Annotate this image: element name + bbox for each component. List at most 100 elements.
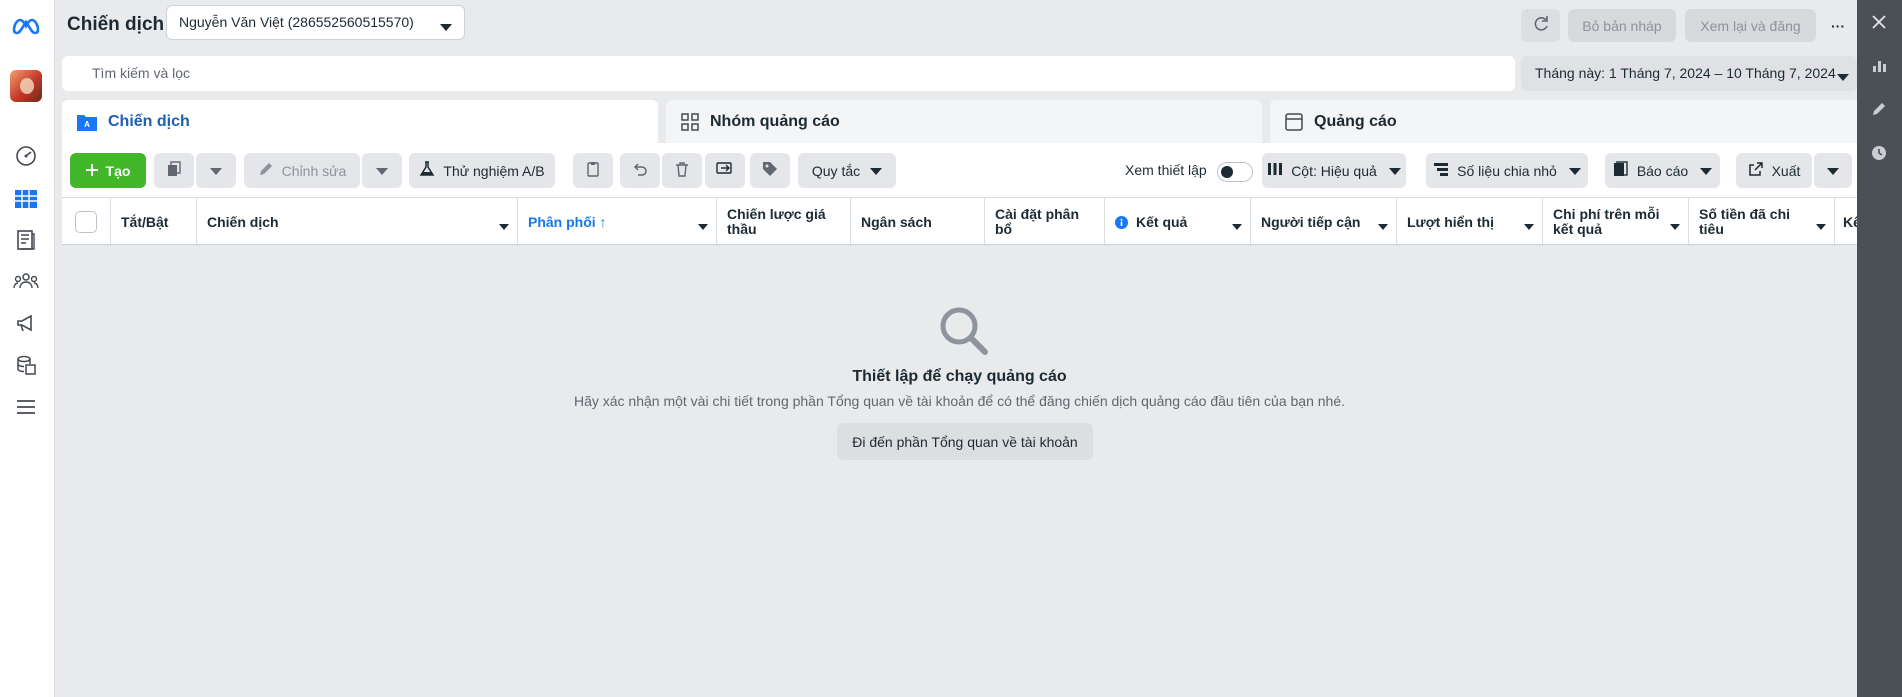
column-header-toggle[interactable]: Tắt/Bật: [111, 198, 197, 246]
column-label: Chi phí trên mỗi kết quả: [1553, 206, 1660, 237]
more-options-button[interactable]: ···: [1823, 9, 1853, 42]
tag-button[interactable]: [750, 153, 790, 188]
meta-logo-icon[interactable]: [11, 12, 41, 40]
ads-megaphone-icon[interactable]: [12, 309, 40, 337]
chevron-down-icon: [1232, 219, 1242, 234]
duplicate-icon: [166, 161, 182, 180]
refresh-icon: [1532, 15, 1550, 36]
pencil-icon[interactable]: [1867, 97, 1891, 121]
export-button[interactable]: Xuất: [1736, 153, 1812, 188]
columns-icon: [1267, 162, 1283, 179]
discard-drafts-button[interactable]: Bỏ bản nháp: [1568, 9, 1676, 42]
campaigns-table-icon[interactable]: [12, 185, 40, 213]
billing-stack-icon[interactable]: [12, 351, 40, 379]
select-all-checkbox[interactable]: [75, 211, 97, 233]
close-icon[interactable]: [1867, 10, 1891, 34]
edit-dropdown-button[interactable]: [362, 153, 402, 188]
empty-state-title: Thiết lập để chạy quảng cáo: [852, 368, 1067, 385]
chevron-down-icon: [1827, 163, 1839, 179]
create-label: Tạo: [105, 162, 131, 179]
export-dropdown-button[interactable]: [1814, 153, 1852, 188]
go-to-account-overview-button[interactable]: Đi đến phần Tổng quan về tài khoản: [837, 423, 1093, 460]
pencil-icon: [258, 161, 274, 180]
column-label: Phân phối ↑: [528, 213, 607, 230]
edit-label: Chỉnh sửa: [281, 162, 347, 179]
rules-label: Quy tắc: [811, 162, 861, 179]
column-label: Kết quả: [1136, 213, 1188, 230]
transfer-icon: [716, 161, 734, 180]
pages-catalog-icon[interactable]: [12, 226, 40, 254]
tab-ad-sets[interactable]: Nhóm quảng cáo: [666, 100, 1262, 144]
date-range-picker[interactable]: Tháng này: 1 Tháng 7, 2024 – 10 Tháng 7,…: [1521, 56, 1857, 91]
column-header-delivery[interactable]: Phân phối ↑: [518, 198, 717, 246]
page-title: Chiến dịch: [67, 14, 165, 35]
column-header-amount-spent[interactable]: Số tiền đã chi tiêu: [1689, 198, 1835, 246]
chevron-down-icon: [499, 219, 509, 234]
columns-button[interactable]: Cột: Hiệu quả: [1262, 153, 1406, 188]
columns-label: Cột: Hiệu quả: [1291, 162, 1377, 179]
refresh-button[interactable]: [1521, 9, 1560, 42]
tab-ads-label: Quảng cáo: [1314, 113, 1397, 130]
right-side-rail: [1857, 0, 1902, 697]
table-header: Tắt/Bật Chiến dịch Phân phối ↑ Chiến lượ…: [62, 197, 1857, 246]
more-icon: ···: [1831, 17, 1845, 34]
trash-icon: [674, 161, 690, 180]
all-tools-menu-icon[interactable]: [12, 393, 40, 421]
chevron-down-icon: [1524, 219, 1534, 234]
chevron-down-icon: [1816, 219, 1826, 234]
tab-ad-sets-label: Nhóm quảng cáo: [710, 113, 840, 130]
reports-button[interactable]: Báo cáo: [1605, 153, 1720, 188]
go-to-account-overview-label: Đi đến phần Tổng quan về tài khoản: [852, 433, 1078, 450]
duplicate-dropdown-button[interactable]: [196, 153, 236, 188]
move-button[interactable]: [705, 153, 745, 188]
duplicate-button[interactable]: [154, 153, 194, 188]
breakdown-button[interactable]: Số liệu chia nhỏ: [1426, 153, 1588, 188]
column-header-reach[interactable]: Người tiếp cận: [1251, 198, 1397, 246]
delete-button[interactable]: [662, 153, 702, 188]
paste-button[interactable]: [573, 153, 613, 188]
chevron-down-icon: [1568, 163, 1581, 179]
column-header-attribution[interactable]: Cài đặt phân bổ: [985, 198, 1105, 246]
column-header-results[interactable]: Kết quả: [1105, 198, 1251, 246]
create-button[interactable]: Tạo: [70, 153, 146, 188]
chevron-down-icon: [1837, 69, 1849, 85]
date-range-label: Tháng này: 1 Tháng 7, 2024 – 10 Tháng 7,…: [1535, 65, 1836, 81]
edit-button[interactable]: Chỉnh sửa: [244, 153, 360, 188]
chevron-down-icon: [1378, 219, 1388, 234]
search-filter-input[interactable]: Tìm kiếm và lọc: [62, 56, 1515, 91]
chevron-down-icon: [698, 219, 708, 234]
history-clock-icon[interactable]: [1867, 141, 1891, 165]
column-header-truncated[interactable]: Kế: [1835, 198, 1857, 246]
ab-test-button[interactable]: Thử nghiệm A/B: [409, 153, 555, 188]
tab-ads[interactable]: Quảng cáo: [1270, 100, 1860, 144]
column-header-cost-per-result[interactable]: Chi phí trên mỗi kết quả: [1543, 198, 1689, 246]
column-label: Người tiếp cận: [1261, 213, 1361, 230]
undo-button[interactable]: [620, 153, 660, 188]
column-header-bid-strategy[interactable]: Chiến lược giá thầu: [717, 198, 851, 246]
flask-icon: [419, 161, 435, 180]
account-avatar[interactable]: [10, 70, 42, 102]
column-header-budget[interactable]: Ngân sách: [851, 198, 985, 246]
account-selector[interactable]: Nguyễn Văn Việt (286552560515570): [166, 5, 465, 40]
chevron-down-icon: [1700, 163, 1713, 179]
bar-chart-icon[interactable]: [1867, 53, 1891, 77]
column-header-campaign[interactable]: Chiến dịch: [197, 198, 518, 246]
review-publish-label: Xem lại và đăng: [1700, 17, 1801, 34]
grid-icon: [680, 112, 700, 132]
account-selector-label: Nguyễn Văn Việt (286552560515570): [179, 14, 414, 30]
column-label: Chiến dịch: [207, 213, 279, 230]
audiences-icon[interactable]: [12, 267, 40, 295]
dashboard-gauge-icon[interactable]: [12, 142, 40, 170]
svg-text:A: A: [84, 120, 90, 129]
view-setup-toggle[interactable]: [1217, 162, 1253, 182]
review-and-publish-button[interactable]: Xem lại và đăng: [1685, 9, 1816, 42]
discard-drafts-label: Bỏ bản nháp: [1582, 17, 1662, 34]
tab-campaigns[interactable]: A Chiến dịch: [62, 100, 658, 144]
column-label: Tắt/Bật: [121, 213, 169, 230]
column-label: Ngân sách: [861, 213, 932, 230]
empty-state: Thiết lập để chạy quảng cáo Hãy xác nhận…: [62, 245, 1857, 697]
rules-button[interactable]: Quy tắc: [798, 153, 896, 188]
column-header-impressions[interactable]: Lượt hiển thị: [1397, 198, 1543, 246]
chevron-down-icon: [376, 163, 388, 179]
chevron-down-icon: [1670, 219, 1680, 234]
